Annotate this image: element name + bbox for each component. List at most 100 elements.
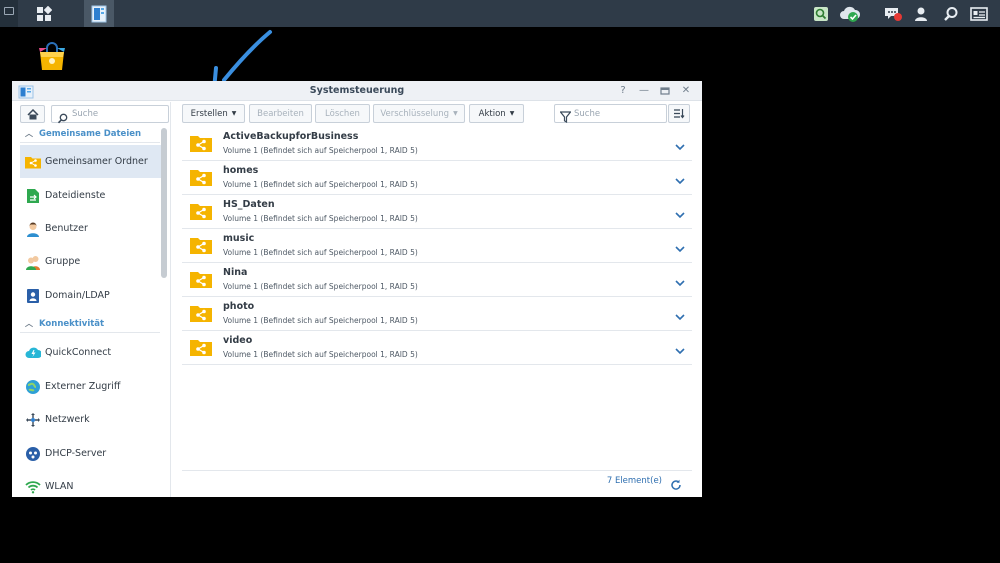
folder-name: HS_Daten	[223, 199, 275, 210]
network-icon	[25, 412, 41, 428]
folder-name: Nina	[223, 267, 248, 278]
edit-button[interactable]: Bearbeiten	[249, 104, 312, 123]
folder-row[interactable]: ActiveBackupforBusiness Volume 1 (Befinde…	[182, 127, 692, 161]
sidebar-item-network[interactable]: Netzwerk	[20, 403, 161, 436]
section-shared-files[interactable]: ︿ Gemeinsame Dateien	[20, 125, 160, 143]
window-title: Systemsteuerung	[309, 85, 405, 96]
chevron-down-icon[interactable]	[674, 341, 686, 355]
sidebar-item-quickconnect[interactable]: QuickConnect	[20, 336, 161, 369]
section-label: Gemeinsame Dateien	[39, 128, 142, 139]
widgets-icon[interactable]	[968, 3, 990, 25]
folder-row[interactable]: HS_Daten Volume 1 (Befindet sich auf Spei…	[182, 195, 692, 229]
folder-row[interactable]: video Volume 1 (Befindet sich auf Speiche…	[182, 331, 692, 365]
external-access-icon	[25, 379, 41, 395]
folder-location: Volume 1 (Befindet sich auf Speicherpool…	[223, 350, 418, 359]
chevron-down-icon[interactable]	[674, 239, 686, 253]
caret-down-icon: ▼	[453, 110, 458, 117]
caret-down-icon: ▼	[231, 110, 237, 117]
cloud-sync-icon[interactable]	[838, 3, 862, 25]
list-footer: 7 Element(e)	[182, 470, 692, 492]
shared-folder-icon	[190, 270, 212, 288]
sidebar-item-group[interactable]: Gruppe	[20, 245, 161, 278]
sidebar-item-user[interactable]: Benutzer	[20, 212, 161, 245]
sidebar-item-label: WLAN	[45, 481, 74, 492]
delete-button-label: Löschen	[325, 108, 360, 119]
encryption-button-label: Verschlüsselung	[380, 108, 450, 119]
folder-location: Volume 1 (Befindet sich auf Speicherpool…	[223, 146, 418, 155]
package-center-icon[interactable]	[36, 42, 68, 74]
folder-search-input[interactable]: Suche	[554, 104, 667, 124]
chevron-down-icon[interactable]	[674, 205, 686, 219]
sidebar-item-external-access[interactable]: Externer Zugriff	[20, 370, 161, 403]
folder-row[interactable]: homes Volume 1 (Befindet sich auf Speiche…	[182, 161, 692, 195]
create-button[interactable]: Erstellen ▼	[182, 104, 245, 123]
folder-location: Volume 1 (Befindet sich auf Speicherpool…	[223, 214, 418, 223]
sidebar-item-label: Netzwerk	[45, 414, 90, 425]
shared-folder-icon	[190, 202, 212, 220]
folder-location: Volume 1 (Befindet sich auf Speicherpool…	[223, 248, 418, 257]
folder-row[interactable]: photo Volume 1 (Befindet sich auf Speiche…	[182, 297, 692, 331]
encryption-button[interactable]: Verschlüsselung ▼	[373, 104, 465, 123]
sidebar-item-domain-ldap[interactable]: Domain/LDAP	[20, 279, 161, 312]
folder-location: Volume 1 (Befindet sich auf Speicherpool…	[223, 282, 418, 291]
taskbar	[0, 0, 1000, 27]
search-icon[interactable]	[940, 3, 962, 25]
show-desktop-button[interactable]	[0, 0, 18, 27]
item-count: 7 Element(e)	[606, 476, 662, 486]
create-button-label: Erstellen	[190, 108, 228, 119]
chevron-down-icon[interactable]	[674, 307, 686, 321]
refresh-icon[interactable]	[670, 476, 682, 490]
action-button-label: Aktion	[478, 108, 506, 119]
minimize-icon[interactable]: —	[637, 84, 651, 98]
shared-folder-icon	[190, 134, 212, 152]
home-button[interactable]	[20, 105, 45, 123]
chevron-down-icon[interactable]	[674, 171, 686, 185]
notifications-icon[interactable]	[882, 3, 904, 25]
toolbar: Erstellen ▼ Bearbeiten Löschen Verschlüss…	[172, 102, 702, 126]
sidebar-item-label: Domain/LDAP	[45, 290, 110, 301]
filter-icon	[559, 108, 572, 127]
chevron-down-icon[interactable]	[674, 273, 686, 287]
control-panel-window: Systemsteuerung ? — ✕ Suche ︿ Gemeinsame…	[12, 81, 702, 497]
shared-folder-icon	[25, 154, 41, 170]
sidebar-item-dhcp-server[interactable]: DHCP-Server	[20, 437, 161, 470]
caret-down-icon: ▼	[509, 110, 515, 117]
sidebar-scrollbar[interactable]	[161, 128, 167, 278]
shared-folder-icon	[190, 304, 212, 322]
folder-name: video	[223, 335, 253, 346]
folder-row[interactable]: music Volume 1 (Befindet sich auf Speiche…	[182, 229, 692, 263]
help-icon[interactable]: ?	[616, 84, 630, 98]
sidebar: Suche ︿ Gemeinsame Dateien Gemeinsamer O…	[12, 102, 171, 497]
search-status-icon[interactable]	[810, 3, 832, 25]
shared-folder-icon	[190, 236, 212, 254]
sidebar-search-input[interactable]: Suche	[51, 105, 169, 124]
user-icon[interactable]	[910, 3, 932, 25]
sidebar-item-label: Gemeinsamer Ordner	[45, 156, 148, 167]
sort-icon	[673, 104, 685, 123]
section-connectivity[interactable]: ︿ Konnektivität	[20, 315, 160, 333]
chevron-up-icon: ︿	[25, 319, 33, 328]
folder-row[interactable]: Nina Volume 1 (Befindet sich auf Speicher…	[182, 263, 692, 297]
main-menu-icon[interactable]	[30, 0, 58, 27]
folder-list: ActiveBackupforBusiness Volume 1 (Befinde…	[182, 127, 692, 365]
maximize-icon[interactable]	[658, 84, 672, 98]
sidebar-item-label: Benutzer	[45, 223, 88, 234]
folder-location: Volume 1 (Befindet sich auf Speicherpool…	[223, 180, 418, 189]
sidebar-item-file-services[interactable]: Dateidienste	[20, 179, 161, 212]
folder-name: ActiveBackupforBusiness	[223, 131, 359, 142]
chevron-down-icon[interactable]	[674, 137, 686, 151]
action-button[interactable]: Aktion ▼	[469, 104, 524, 123]
wifi-icon	[25, 479, 41, 495]
domain-ldap-icon	[25, 288, 41, 304]
close-icon[interactable]: ✕	[679, 84, 693, 98]
sidebar-item-shared-folder[interactable]: Gemeinsamer Ordner	[20, 145, 161, 178]
sort-button[interactable]	[668, 104, 690, 123]
sidebar-item-wlan[interactable]: WLAN	[20, 470, 161, 497]
delete-button[interactable]: Löschen	[315, 104, 370, 123]
file-services-icon	[25, 188, 41, 204]
user-icon	[25, 221, 41, 237]
taskbar-control-panel-icon[interactable]	[84, 0, 114, 27]
window-titlebar[interactable]: Systemsteuerung ? — ✕	[12, 81, 702, 101]
sidebar-search-placeholder: Suche	[72, 109, 99, 119]
sidebar-item-label: QuickConnect	[45, 347, 112, 358]
